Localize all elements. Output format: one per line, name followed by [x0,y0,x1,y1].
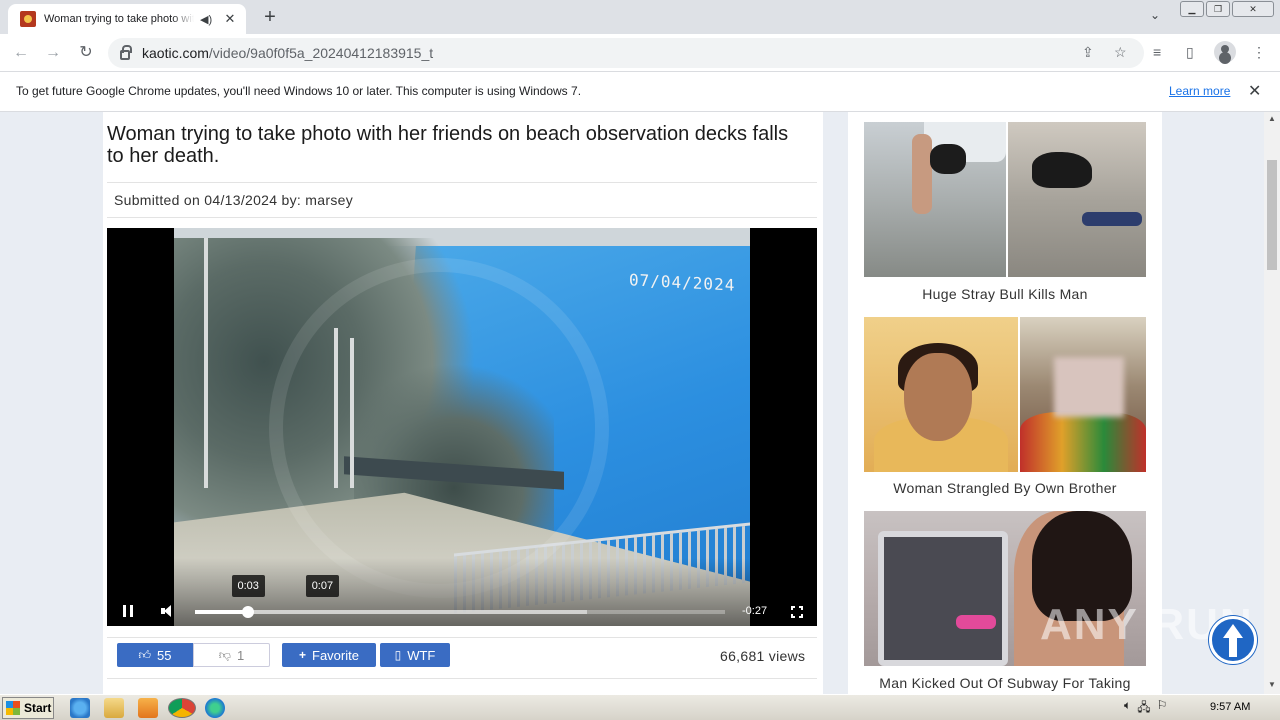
file-explorer-icon[interactable] [104,698,124,718]
thumb-clothing [956,615,996,629]
infobar-message: To get future Google Chrome updates, you… [16,84,582,98]
square-icon: ▯ [394,648,402,662]
thumbs-down-icon: 👎︎ [218,647,231,662]
url-host: kaotic.com [142,45,209,61]
address-bar[interactable]: kaotic.com /video/9a0f0f5a_2024041218391… [108,38,1144,68]
audio-playing-icon[interactable]: ◀) [200,13,216,26]
windows-taskbar: Start 🔈︎ 🖧︎ ⚐ 9:57 AM [0,694,1280,720]
page-scrollbar[interactable]: ▲ ▼ [1264,112,1280,694]
edge-icon[interactable] [205,698,225,718]
scrollbar-thumb[interactable] [1267,160,1277,270]
plus-icon: + [299,648,307,662]
favorite-button[interactable]: + Favorite [282,643,376,667]
side-panel-icon[interactable]: ▯ [1186,44,1194,61]
related-video-title[interactable]: Woman Strangled By Own Brother [848,480,1162,496]
system-tray: 🔈︎ 🖧︎ ⚐ [1124,698,1167,719]
video-pole [204,238,208,488]
view-count: 66,681 views [720,648,806,664]
tab-strip: Woman trying to take photo with her frie… [0,0,1280,34]
divider [107,217,817,218]
learn-more-link[interactable]: Learn more [1169,84,1230,98]
scroll-down-icon[interactable]: ▼ [1264,678,1280,692]
dislike-button[interactable]: 👎︎ 1 [193,643,270,667]
bookmark-star-icon[interactable]: ☆ [1114,44,1127,61]
infobar-close-icon[interactable]: ✕ [1248,81,1261,101]
thumb-bull [930,144,966,174]
related-video-thumbnail[interactable] [864,122,1146,277]
chrome-taskbar-icon[interactable] [168,698,196,718]
tab-close-icon[interactable]: ✕ [222,11,238,27]
thumb-cloth [1020,412,1146,472]
thumb-face [904,353,972,441]
thumb-subway-door [878,531,1008,666]
submitted-info: Submitted on 04/13/2024 by: marsey [114,192,354,208]
related-video-title[interactable]: Man Kicked Out Of Subway For Taking [848,675,1162,691]
progress-played [195,610,248,614]
share-icon[interactable]: ⇪ [1082,44,1094,61]
browser-toolbar: ← → ↻ kaotic.com /video/9a0f0f5a_2024041… [0,34,1280,72]
volume-icon[interactable] [161,605,177,617]
site-favicon-icon [20,11,36,27]
dislike-count: 1 [236,647,245,663]
back-button[interactable]: ← [10,42,32,64]
restore-button[interactable]: ❐ [1206,1,1230,17]
minimize-button[interactable]: ▁ [1180,1,1204,17]
pause-icon[interactable] [123,605,133,617]
progress-scrubber-handle[interactable] [242,606,254,618]
divider [107,182,817,183]
progress-bar[interactable] [195,606,725,618]
thumb-person [912,134,932,214]
wtf-button[interactable]: ▯ WTF [380,643,450,667]
reload-button[interactable]: ↻ [75,42,97,64]
profile-avatar-icon[interactable] [1214,41,1236,63]
current-time-label: 0:03 [231,575,265,597]
video-player[interactable]: 07/04/2024 0:03 0:07 -0:27 [107,228,817,626]
thumbs-up-icon: 👍︎ [138,647,152,662]
scroll-to-top-button[interactable] [1209,616,1257,664]
network-icon[interactable]: 🖧︎ [1137,698,1150,719]
video-title: Woman trying to take photo with her frie… [107,123,789,167]
tab-title: Woman trying to take photo with her frie… [44,13,194,25]
window-close-button[interactable]: ✕ [1232,1,1274,17]
update-infobar: To get future Google Chrome updates, you… [0,72,1280,112]
video-watermark-ring [269,258,609,598]
tab-search-icon[interactable]: ⌄ [1150,8,1160,22]
speaker-icon[interactable]: 🔈︎ [1124,698,1131,719]
hover-time-tooltip: 0:07 [305,575,340,597]
thumb-blur [1054,357,1124,417]
url-path: /video/9a0f0f5a_20240412183915_t [208,45,434,61]
main-column: Woman trying to take photo with her frie… [103,112,823,694]
window-controls: ▁ ❐ ✕ [1178,1,1274,17]
forward-button[interactable]: → [42,42,64,64]
internet-explorer-icon[interactable] [70,698,90,718]
scroll-up-icon[interactable]: ▲ [1264,112,1280,126]
browser-tab[interactable]: Woman trying to take photo with her frie… [8,4,246,34]
media-player-icon[interactable] [138,698,158,718]
system-clock[interactable]: 9:57 AM [1210,701,1250,713]
favorite-label: Favorite [312,647,359,663]
thumb-person [1082,212,1142,226]
thumb-panel [1008,122,1146,277]
related-video-title[interactable]: Huge Stray Bull Kills Man [848,286,1162,302]
divider [107,678,817,679]
menu-kebab-icon[interactable]: ⋮ [1252,44,1266,61]
controls-gradient [107,558,817,626]
lock-icon[interactable] [120,45,132,60]
action-center-flag-icon[interactable]: ⚐ [1157,698,1168,719]
wtf-label: WTF [407,647,436,663]
time-remaining: -0:27 [742,605,768,617]
divider [107,637,817,638]
like-button[interactable]: 👍︎ 55 [117,643,193,667]
reading-list-icon[interactable]: ≡ [1153,44,1161,60]
like-count: 55 [157,647,172,663]
related-video-thumbnail[interactable] [864,317,1146,472]
windows-logo-icon [6,701,20,715]
new-tab-button[interactable]: + [258,6,282,30]
start-label: Start [24,701,52,715]
start-button[interactable]: Start [2,697,54,719]
fullscreen-icon[interactable] [791,606,803,618]
thumb-bull [1032,152,1092,188]
